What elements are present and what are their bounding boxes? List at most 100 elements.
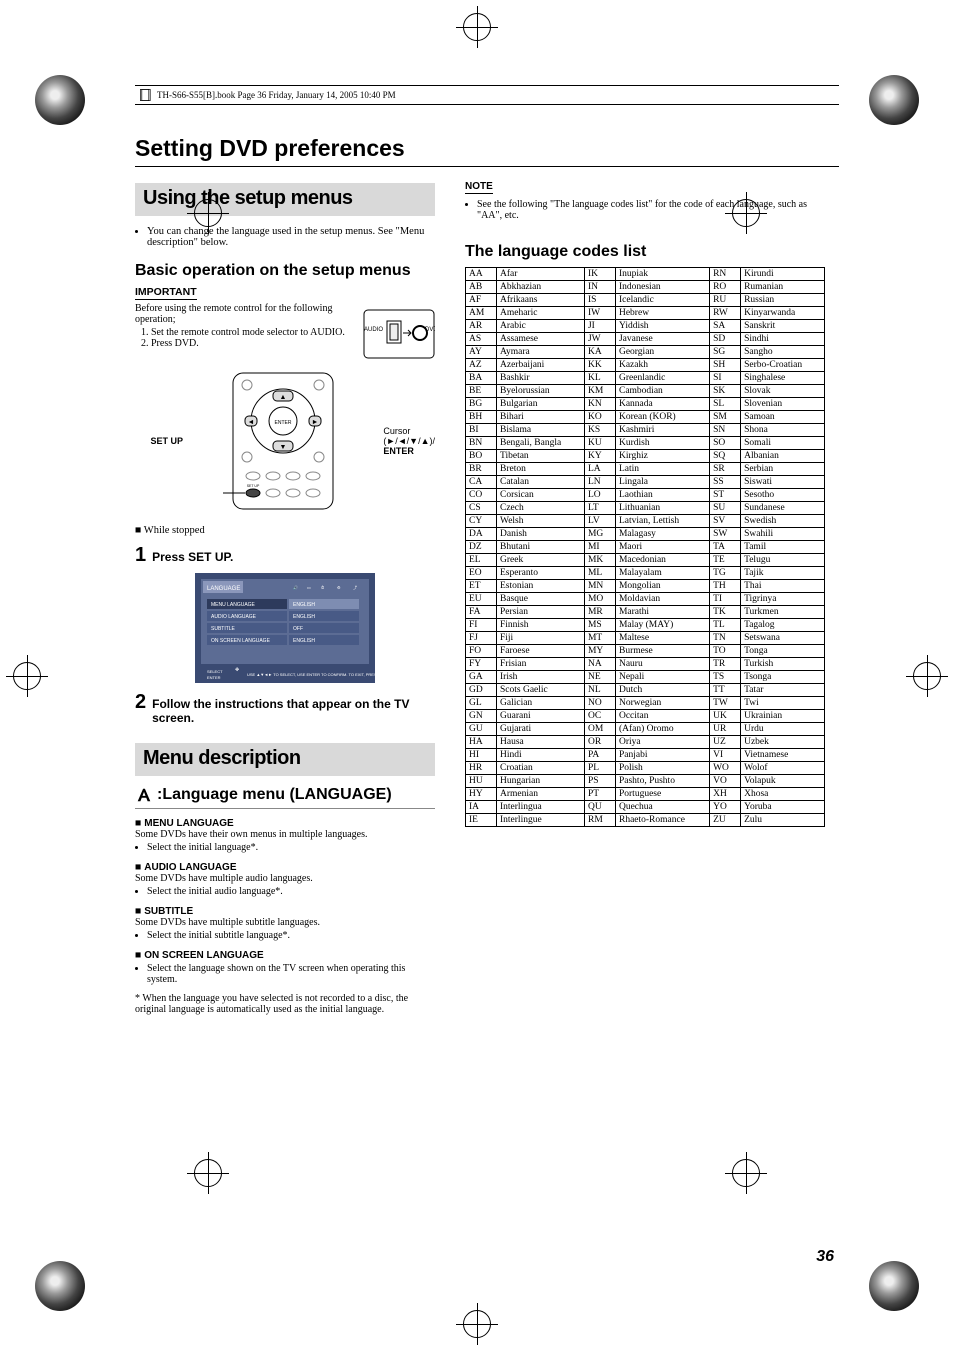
code-cell: GN <box>466 710 497 723</box>
onscreen-language-label: ON SCREEN LANGUAGE <box>144 950 263 961</box>
code-cell: BR <box>466 463 497 476</box>
table-row: AAAfarIKInupiakRNKirundi <box>466 268 825 281</box>
code-cell: TN <box>710 632 741 645</box>
code-cell: MK <box>584 554 615 567</box>
asterisk-note: * When the language you have selected is… <box>135 993 435 1015</box>
code-cell: CS <box>466 502 497 515</box>
svg-text:ENGLISH: ENGLISH <box>293 638 315 644</box>
code-cell: TR <box>710 658 741 671</box>
lang-cell: Korean (KOR) <box>615 411 709 424</box>
code-cell: ZU <box>710 814 741 827</box>
svg-text:⚙: ⚙ <box>337 585 341 590</box>
menu-language-bullet: Select the initial language*. <box>147 842 435 853</box>
code-cell: PS <box>584 775 615 788</box>
code-cell: AY <box>466 346 497 359</box>
code-cell: DA <box>466 528 497 541</box>
code-cell: FO <box>466 645 497 658</box>
table-row: BABashkirKLGreenlandicSISinghalese <box>466 372 825 385</box>
code-cell: RO <box>710 281 741 294</box>
lang-cell: Yiddish <box>615 320 709 333</box>
lang-cell: Bengali, Bangla <box>497 437 585 450</box>
lang-cell: Norwegian <box>615 697 709 710</box>
lang-cell: Sundanese <box>741 502 825 515</box>
code-cell: SS <box>710 476 741 489</box>
lang-cell: Oriya <box>615 736 709 749</box>
lang-cell: Lithuanian <box>615 502 709 515</box>
code-cell: YO <box>710 801 741 814</box>
lang-cell: Catalan <box>497 476 585 489</box>
code-cell: MY <box>584 645 615 658</box>
svg-text:AUDIO LANGUAGE: AUDIO LANGUAGE <box>211 614 257 620</box>
code-cell: HI <box>466 749 497 762</box>
svg-text:▲: ▲ <box>280 393 287 401</box>
lang-cell: Shona <box>741 424 825 437</box>
code-cell: JI <box>584 320 615 333</box>
lang-cell: Kurdish <box>615 437 709 450</box>
code-cell: AM <box>466 307 497 320</box>
code-cell: MO <box>584 593 615 606</box>
table-row: EOEsperantoMLMalayalamTGTajik <box>466 567 825 580</box>
table-row: HAHausaOROriyaUZUzbek <box>466 736 825 749</box>
lang-cell: Malagasy <box>615 528 709 541</box>
audio-language-bullet: Select the initial audio language*. <box>147 886 435 897</box>
while-stopped: ■ While stopped <box>135 525 435 536</box>
lang-cell: Corsican <box>497 489 585 502</box>
table-row: AZAzerbaijaniKKKazakhSHSerbo-Croatian <box>466 359 825 372</box>
lang-cell: Bihari <box>497 411 585 424</box>
lang-cell: Cambodian <box>615 385 709 398</box>
table-row: GDScots GaelicNLDutchTTTatar <box>466 684 825 697</box>
subtitle-label: SUBTITLE <box>144 906 193 917</box>
table-row: CACatalanLNLingalaSSSiswati <box>466 476 825 489</box>
language-menu-head: :Language menu (LANGUAGE) <box>135 786 435 809</box>
lang-cell: Moldavian <box>615 593 709 606</box>
code-cell: LO <box>584 489 615 502</box>
code-cell: PT <box>584 788 615 801</box>
code-cell: MN <box>584 580 615 593</box>
table-row: GUGujaratiOM(Afan) OromoURUrdu <box>466 723 825 736</box>
svg-text:⏱: ⏱ <box>321 585 324 590</box>
lang-cell: Javanese <box>615 333 709 346</box>
lang-cell: Armenian <box>497 788 585 801</box>
code-cell: SO <box>710 437 741 450</box>
important-label: IMPORTANT <box>135 286 197 300</box>
code-cell: TA <box>710 541 741 554</box>
lang-cell: Xhosa <box>741 788 825 801</box>
lang-cell: Danish <box>497 528 585 541</box>
code-cell: SA <box>710 320 741 333</box>
lang-cell: Russian <box>741 294 825 307</box>
lang-cell: Abkhazian <box>497 281 585 294</box>
lang-cell: Tagalog <box>741 619 825 632</box>
code-cell: SD <box>710 333 741 346</box>
lang-cell: Zulu <box>741 814 825 827</box>
code-cell: WO <box>710 762 741 775</box>
code-cell: MT <box>584 632 615 645</box>
svg-text:⤴: ⤴ <box>353 584 357 590</box>
lang-cell: Assamese <box>497 333 585 346</box>
code-cell: IN <box>584 281 615 294</box>
lang-cell: Maltese <box>615 632 709 645</box>
code-cell: EU <box>466 593 497 606</box>
code-cell: GD <box>466 684 497 697</box>
lang-cell: Tibetan <box>497 450 585 463</box>
lang-cell: Siswati <box>741 476 825 489</box>
lang-cell: Bislama <box>497 424 585 437</box>
code-cell: RU <box>710 294 741 307</box>
code-cell: SN <box>710 424 741 437</box>
onscreen-menu-figure: LANGUAGE 🔊▭⏱⚙⤴ MENU LANGUAGE ENGLISH AUD… <box>195 573 375 683</box>
lang-cell: Wolof <box>741 762 825 775</box>
table-row: ABAbkhazianINIndonesianRORumanian <box>466 281 825 294</box>
lang-cell: Georgian <box>615 346 709 359</box>
menu-language-label: MENU LANGUAGE <box>144 818 233 829</box>
code-cell: JW <box>584 333 615 346</box>
lang-cell: Turkmen <box>741 606 825 619</box>
code-cell: EO <box>466 567 497 580</box>
lang-cell: Fiji <box>497 632 585 645</box>
lang-cell: Maori <box>615 541 709 554</box>
code-cell: KU <box>584 437 615 450</box>
table-row: FJFijiMTMalteseTNSetswana <box>466 632 825 645</box>
table-row: BGBulgarianKNKannadaSLSlovenian <box>466 398 825 411</box>
code-cell: CO <box>466 489 497 502</box>
code-cell: AZ <box>466 359 497 372</box>
code-cell: GL <box>466 697 497 710</box>
lang-cell: Finnish <box>497 619 585 632</box>
